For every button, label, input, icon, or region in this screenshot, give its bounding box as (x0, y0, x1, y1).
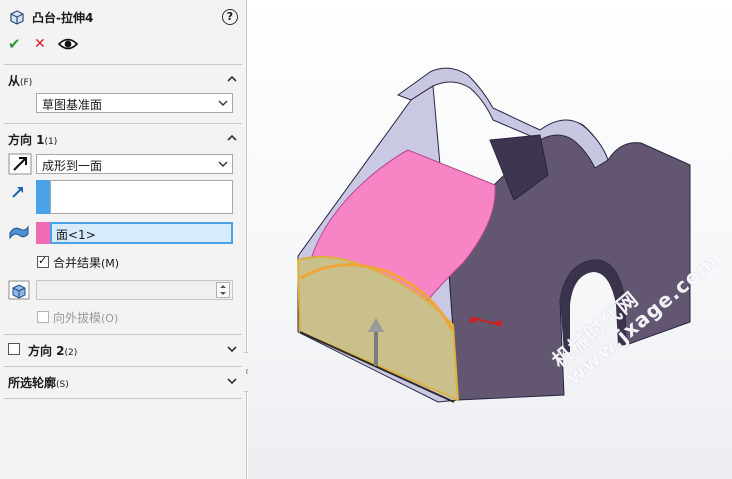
merge-result-key: (M) (101, 257, 120, 270)
separator (4, 366, 242, 367)
draft-on-off-icon[interactable] (8, 280, 30, 300)
graphics-viewport[interactable]: 机械时代网 www.jxage.com (248, 0, 732, 479)
property-manager-panel: 凸台-拉伸4 ? ✔ ✕ 从(F) 草图基准面 方向 1(1) 成形到一面 面<… (0, 0, 247, 479)
model-3d-render[interactable] (248, 0, 732, 479)
draft-outward-checkbox[interactable] (37, 311, 49, 323)
section-direction1-header[interactable]: 方向 1(1) (6, 130, 242, 148)
start-condition-select[interactable]: 草图基准面 (36, 93, 233, 113)
direction-vector-icon (12, 187, 23, 198)
separator (4, 398, 242, 399)
feature-title: 凸台-拉伸4 (32, 11, 94, 25)
end-condition-value: 成形到一面 (42, 159, 103, 173)
face-swatch (36, 222, 50, 244)
boss-extrude-icon (10, 10, 24, 25)
direction-swatch (36, 180, 50, 214)
start-condition-value: 草图基准面 (42, 98, 103, 112)
merge-result-label: 合并结果 (53, 256, 102, 270)
section-direction1-title: 方向 1 (8, 133, 45, 147)
separator (4, 64, 242, 65)
face-selection-item[interactable]: 面<1> (56, 226, 96, 243)
spinner-arrows-icon[interactable] (216, 282, 230, 298)
feature-title-bar: 凸台-拉伸4 ? (6, 6, 242, 28)
direction2-checkbox[interactable] (8, 343, 20, 355)
face-selection-box[interactable]: 面<1> (50, 222, 233, 244)
separator (4, 334, 242, 335)
section-from-title: 从 (8, 74, 21, 88)
section-direction1-key: (1) (44, 137, 58, 147)
cancel-button[interactable]: ✕ (34, 34, 46, 54)
section-selected-contours-key: (S) (56, 380, 69, 390)
help-icon[interactable]: ? (222, 9, 238, 25)
section-selected-contours-header[interactable]: 所选轮廓(S) (6, 373, 242, 391)
chevron-down-icon[interactable] (226, 375, 238, 387)
draft-outward-label-wrap: 向外拔模(O) (53, 309, 118, 326)
section-selected-contours-title: 所选轮廓 (8, 376, 57, 390)
section-direction2-title: 方向 2 (28, 344, 65, 358)
chevron-up-icon[interactable] (226, 132, 238, 144)
draft-angle-spinner[interactable] (36, 280, 233, 300)
end-condition-select[interactable]: 成形到一面 (36, 154, 233, 174)
separator (4, 123, 242, 124)
action-bar: ✔ ✕ (6, 34, 106, 54)
preview-eye-icon[interactable] (58, 36, 78, 52)
chevron-down-icon (218, 100, 228, 106)
reverse-direction-icon[interactable] (8, 153, 32, 175)
section-from-key: (F) (20, 78, 33, 88)
chevron-down-icon[interactable] (226, 343, 238, 355)
section-direction2-key: (2) (64, 348, 78, 358)
merge-result-checkbox[interactable] (37, 254, 49, 268)
draft-outward-label: 向外拔模 (53, 311, 102, 325)
draft-outward-key: (O) (101, 312, 119, 325)
chevron-up-icon[interactable] (226, 73, 238, 85)
ok-button[interactable]: ✔ (8, 34, 21, 54)
merge-result-label-wrap: 合并结果(M) (53, 254, 119, 271)
section-direction2-header[interactable]: 方向 2(2) (6, 341, 242, 359)
chevron-down-icon (218, 161, 228, 167)
section-from-header[interactable]: 从(F) (6, 71, 242, 89)
face-selection-icon (9, 225, 29, 240)
direction-selection-box[interactable] (50, 180, 233, 214)
